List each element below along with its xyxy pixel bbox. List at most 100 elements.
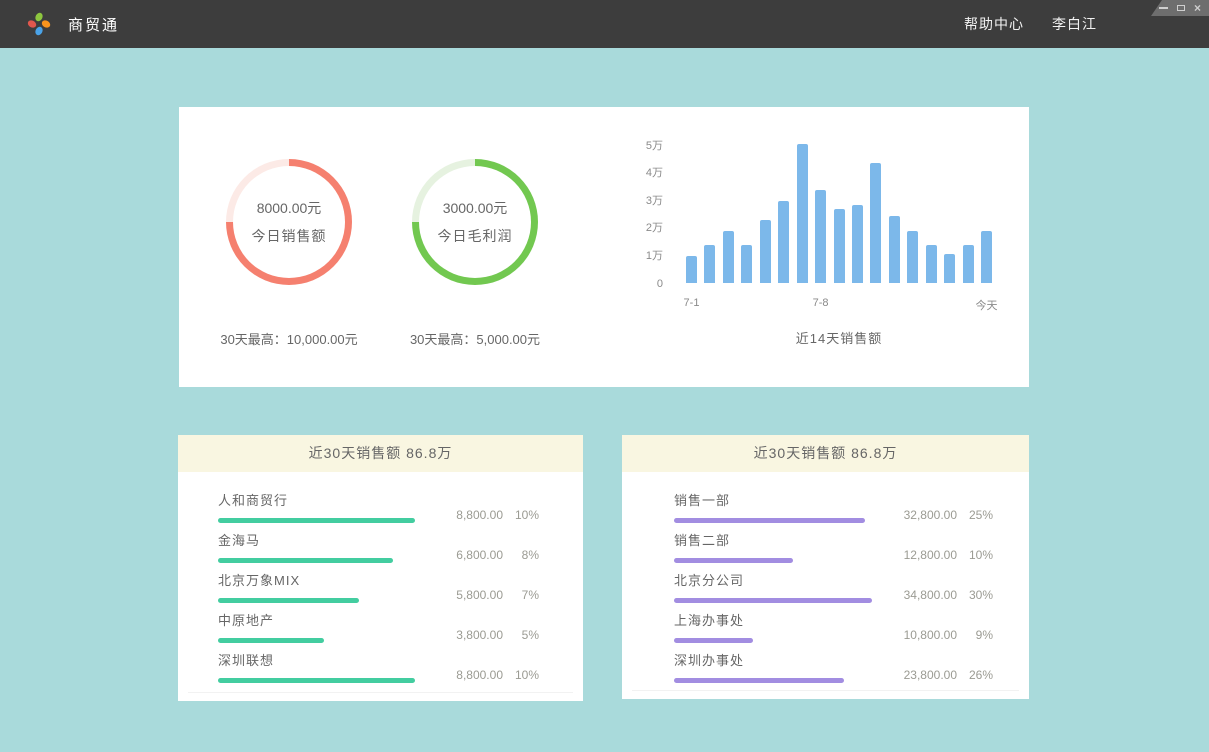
list-item-label: 上海办事处: [674, 612, 891, 629]
list-item-bar: [674, 518, 865, 523]
list-item: 中原地产3,800.005%: [218, 612, 539, 643]
list-item-bar: [218, 598, 359, 603]
bar: [981, 231, 992, 283]
bar-chart-14days: 01万2万3万4万5万7-17-8今天: [686, 140, 992, 283]
window-controls: ×: [1151, 0, 1209, 16]
y-axis-tick: 5万: [626, 137, 663, 153]
list-item-bar: [218, 638, 324, 643]
bar: [963, 245, 974, 284]
donut-today-profit: 3000.00元 今日毛利润 30天最高：5,000.00元: [373, 159, 577, 348]
bar: [926, 245, 937, 284]
list-item-value: 3,800.00: [437, 628, 503, 642]
bar: [741, 245, 752, 284]
list-item-label: 中原地产: [218, 612, 437, 629]
list-item-percent: 30%: [957, 588, 993, 602]
list-item-bar: [218, 558, 393, 563]
list-item-label: 销售一部: [674, 492, 891, 509]
department-sales-card-title: 近30天销售额 86.8万: [622, 435, 1029, 472]
bar: [797, 144, 808, 283]
bar: [704, 245, 715, 284]
y-axis-tick: 2万: [626, 219, 663, 235]
x-axis-tick: 7-1: [662, 297, 722, 309]
list-item-label: 深圳办事处: [674, 652, 891, 669]
customer-sales-card: 近30天销售额 86.8万 人和商贸行8,800.0010%金海马6,800.0…: [178, 435, 583, 701]
bar-plot: [686, 140, 992, 283]
bar: [889, 216, 900, 283]
department-sales-card: 近30天销售额 86.8万 销售一部32,800.0025% 销售二部12,800…: [622, 435, 1029, 699]
list-item-bar: [674, 678, 844, 683]
bar: [870, 163, 881, 283]
list-item-percent: 5%: [503, 628, 539, 642]
user-menu[interactable]: 李白江: [1052, 14, 1097, 34]
list-item-percent: 25%: [957, 508, 993, 522]
bar: [760, 220, 771, 283]
titlebar: 商贸通 帮助中心 李白江 ×: [0, 0, 1209, 48]
list-item: 金海马6,800.008%: [218, 532, 539, 563]
bar: [723, 231, 734, 283]
list-item: 北京分公司34,800.0030%: [674, 572, 993, 603]
list-item-value: 34,800.00: [891, 588, 957, 602]
y-axis-tick: 3万: [626, 192, 663, 208]
list-item: 上海办事处10,800.009%: [674, 612, 993, 643]
list-item-label: 北京万象MIX: [218, 572, 437, 589]
y-axis-tick: 0: [626, 278, 663, 290]
bar: [686, 256, 697, 284]
today-sales-ring: 8000.00元 今日销售额: [226, 159, 352, 285]
today-sales-label: 今日销售额: [252, 226, 327, 246]
today-profit-30day-max: 30天最高：5,000.00元: [373, 329, 577, 348]
help-center-link[interactable]: 帮助中心: [964, 14, 1024, 34]
list-item-percent: 7%: [503, 588, 539, 602]
list-item-percent: 8%: [503, 548, 539, 562]
list-item-bar: [674, 558, 793, 563]
pinwheel-logo-icon: [26, 11, 52, 37]
minimize-button[interactable]: [1159, 7, 1168, 9]
y-axis-tick: 1万: [626, 247, 663, 263]
list-item-percent: 10%: [503, 668, 539, 682]
bar: [815, 190, 826, 284]
list-item-percent: 9%: [957, 628, 993, 642]
minimize-icon: [1159, 7, 1168, 9]
list-item-value: 10,800.00: [891, 628, 957, 642]
list-item: 深圳办事处23,800.0026%: [674, 652, 993, 683]
today-profit-label: 今日毛利润: [438, 226, 513, 246]
list-item-value: 12,800.00: [891, 548, 957, 562]
today-profit-ring: 3000.00元 今日毛利润: [412, 159, 538, 285]
bar: [852, 205, 863, 283]
list-item-percent: 26%: [957, 668, 993, 682]
department-sales-list: 销售一部32,800.0025% 销售二部12,800.0010% 北京分公司34,…: [622, 472, 1029, 683]
today-sales-30day-max: 30天最高：10,000.00元: [187, 329, 391, 348]
list-item: 销售二部12,800.0010%: [674, 532, 993, 563]
list-item-label: 销售二部: [674, 532, 891, 549]
today-profit-value: 3000.00元: [443, 198, 508, 218]
list-item-value: 23,800.00: [891, 668, 957, 682]
list-item-value: 8,800.00: [437, 508, 503, 522]
list-item: 北京万象MIX5,800.007%: [218, 572, 539, 603]
x-axis-tick: 今天: [957, 297, 1017, 313]
summary-card: 8000.00元 今日销售额 30天最高：10,000.00元 3000.00元…: [179, 107, 1029, 387]
bar-chart-title: 近14天销售额: [686, 328, 992, 347]
list-item-label: 金海马: [218, 532, 437, 549]
x-axis-tick: 7-8: [791, 297, 851, 309]
list-item: 销售一部32,800.0025%: [674, 492, 993, 523]
list-item-value: 32,800.00: [891, 508, 957, 522]
maximize-button[interactable]: [1177, 5, 1185, 11]
maximize-icon: [1177, 5, 1185, 11]
brand: 商贸通: [26, 0, 119, 48]
y-axis-tick: 4万: [626, 164, 663, 180]
list-item-value: 8,800.00: [437, 668, 503, 682]
list-item-label: 深圳联想: [218, 652, 437, 669]
list-item: 深圳联想8,800.0010%: [218, 652, 539, 683]
bar: [778, 201, 789, 284]
bar: [944, 254, 955, 283]
list-item-bar: [674, 598, 872, 603]
donut-today-sales: 8000.00元 今日销售额 30天最高：10,000.00元: [187, 159, 391, 348]
close-button[interactable]: ×: [1194, 3, 1201, 13]
today-profit-center: 3000.00元 今日毛利润: [419, 166, 531, 278]
list-item-value: 6,800.00: [437, 548, 503, 562]
customer-sales-list: 人和商贸行8,800.0010% 金海马6,800.008% 北京万象MIX5,80…: [178, 472, 583, 683]
bar: [834, 209, 845, 283]
list-item-label: 北京分公司: [674, 572, 891, 589]
list-item-bar: [218, 678, 415, 683]
list-item: 人和商贸行8,800.0010%: [218, 492, 539, 523]
today-sales-value: 8000.00元: [257, 198, 322, 218]
